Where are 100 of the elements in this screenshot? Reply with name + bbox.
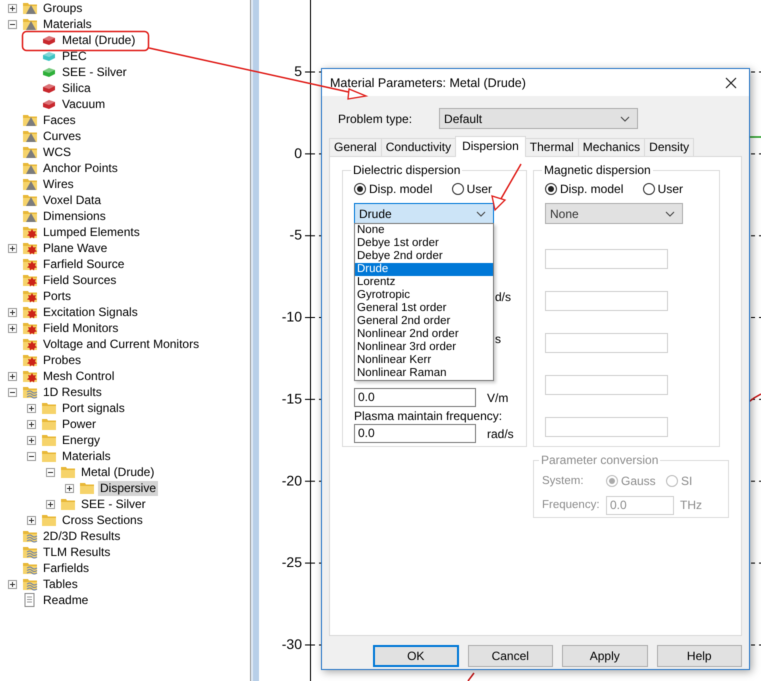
expand-toggle[interactable] [8, 244, 16, 252]
dropdown-option[interactable]: General 1st order [355, 302, 493, 315]
tree-item[interactable]: Groups [41, 0, 84, 16]
folder-icon [22, 145, 38, 159]
tree-item[interactable]: WCS [41, 144, 73, 160]
tree-item[interactable]: Silica [60, 80, 93, 96]
tree-item[interactable]: Materials [60, 448, 113, 464]
dropdown-option[interactable]: Drude [355, 263, 493, 276]
close-icon[interactable] [725, 76, 737, 88]
tree-item[interactable]: Ports [41, 288, 74, 304]
tree-item[interactable]: Readme [41, 592, 90, 608]
expand-toggle[interactable] [8, 372, 16, 380]
tree-item[interactable]: Dispersive [98, 480, 158, 496]
radio-button[interactable]: User [642, 181, 683, 197]
dialog-button[interactable]: Help [656, 645, 742, 667]
tree-item[interactable]: Materials [41, 16, 94, 32]
folder-icon [41, 417, 57, 431]
expand-toggle[interactable] [26, 404, 36, 412]
dropdown-option[interactable]: Nonlinear Kerr [355, 354, 493, 367]
tree-item[interactable]: Voxel Data [41, 192, 104, 208]
tree-item[interactable]: Wires [41, 176, 76, 192]
tree-item[interactable]: Energy [60, 432, 102, 448]
tree-item[interactable]: SEE - Silver [79, 496, 148, 512]
input-field[interactable] [545, 333, 668, 353]
dropdown-option[interactable]: Debye 1st order [355, 237, 493, 250]
tree-item[interactable]: Dimensions [41, 208, 108, 224]
expand-toggle[interactable] [8, 324, 16, 332]
tree-item[interactable]: Vacuum [60, 96, 108, 112]
expand-toggle[interactable] [8, 4, 16, 12]
tree-item[interactable]: Excitation Signals [41, 304, 140, 320]
dropdown-option[interactable]: General 2nd order [355, 315, 493, 328]
tree-item[interactable]: Cross Sections [60, 512, 145, 528]
model-dropdown[interactable]: None [545, 203, 683, 224]
dropdown-option[interactable]: Lorentz [355, 276, 493, 289]
radio-button[interactable]: User [452, 181, 492, 197]
problem-type-dropdown[interactable]: Default [439, 108, 638, 129]
tree-item[interactable]: Curves [41, 128, 84, 144]
tree-item[interactable]: Plane Wave [41, 240, 110, 256]
tab[interactable]: Density [644, 138, 694, 156]
expand-toggle[interactable] [8, 388, 16, 396]
tab[interactable]: Dispersion [455, 136, 526, 157]
tree-item[interactable]: Metal (Drude) [60, 32, 138, 48]
tree-item[interactable]: 2D/3D Results [41, 528, 122, 544]
folder-icon [22, 577, 38, 591]
expand-toggle[interactable] [46, 468, 54, 476]
tree-item[interactable]: 1D Results [41, 384, 104, 400]
dropdown-option[interactable]: Nonlinear 3rd order [355, 341, 493, 354]
dialog-button[interactable]: OK [373, 645, 459, 667]
tree-item[interactable]: Field Sources [41, 272, 118, 288]
input-field[interactable]: 0.0 [354, 388, 476, 407]
input-field[interactable] [545, 249, 668, 269]
input-field[interactable] [545, 291, 668, 311]
field-label: System: [542, 475, 585, 487]
expand-toggle[interactable] [26, 452, 36, 460]
tree-item[interactable]: Faces [41, 112, 78, 128]
folder-icon [22, 161, 38, 175]
radio-button[interactable]: Disp. model [545, 181, 624, 197]
tree-item[interactable]: SEE - Silver [60, 64, 129, 80]
tree-item[interactable]: Tables [41, 576, 80, 592]
input-field[interactable] [545, 375, 668, 395]
dropdown-option[interactable]: Nonlinear Raman [355, 367, 493, 380]
tree-item[interactable]: Farfield Source [41, 256, 126, 272]
dropdown-option[interactable]: Gyrotropic [355, 289, 493, 302]
expand-toggle[interactable] [64, 484, 74, 492]
dropdown-option[interactable]: None [355, 224, 493, 237]
tree-item[interactable]: TLM Results [41, 544, 112, 560]
tree-item[interactable]: PEC [60, 48, 89, 64]
tree-item[interactable]: Field Monitors [41, 320, 120, 336]
model-dropdown[interactable]: Drude [354, 203, 494, 224]
tree-item[interactable]: Metal (Drude) [79, 464, 156, 480]
tree-item[interactable]: Probes [41, 352, 84, 368]
folder-icon [41, 433, 57, 447]
splitter[interactable] [250, 0, 262, 681]
unit-label: d/s [495, 290, 512, 304]
expand-toggle[interactable] [26, 436, 36, 444]
tree-item[interactable]: Farfields [41, 560, 92, 576]
tree-item[interactable]: Anchor Points [41, 160, 120, 176]
expand-toggle[interactable] [46, 500, 54, 508]
tab[interactable]: Conductivity [380, 138, 456, 156]
expand-toggle[interactable] [26, 516, 36, 524]
dialog-button[interactable]: Cancel [468, 645, 554, 667]
radio-button[interactable]: Disp. model [354, 181, 432, 197]
tree-item[interactable]: Lumped Elements [41, 224, 142, 240]
tab[interactable]: General [329, 138, 382, 156]
tree-item[interactable]: Mesh Control [41, 368, 116, 384]
tree-item[interactable]: Voltage and Current Monitors [41, 336, 202, 352]
dropdown-option[interactable]: Debye 2nd order [355, 250, 493, 263]
expand-toggle[interactable] [26, 420, 36, 428]
expand-toggle[interactable] [8, 20, 16, 28]
dropdown-option[interactable]: Nonlinear 2nd order [355, 328, 493, 341]
folder-icon [22, 1, 38, 15]
expand-toggle[interactable] [8, 308, 16, 316]
tree-item[interactable]: Power [60, 416, 98, 432]
input-field[interactable]: 0.0 [354, 424, 476, 443]
expand-toggle[interactable] [8, 580, 16, 588]
dialog-button[interactable]: Apply [562, 645, 648, 667]
tree-item[interactable]: Port signals [60, 400, 127, 416]
folder-icon [22, 17, 38, 31]
input-field[interactable] [545, 417, 668, 437]
unit-label: rad/s [487, 426, 514, 440]
